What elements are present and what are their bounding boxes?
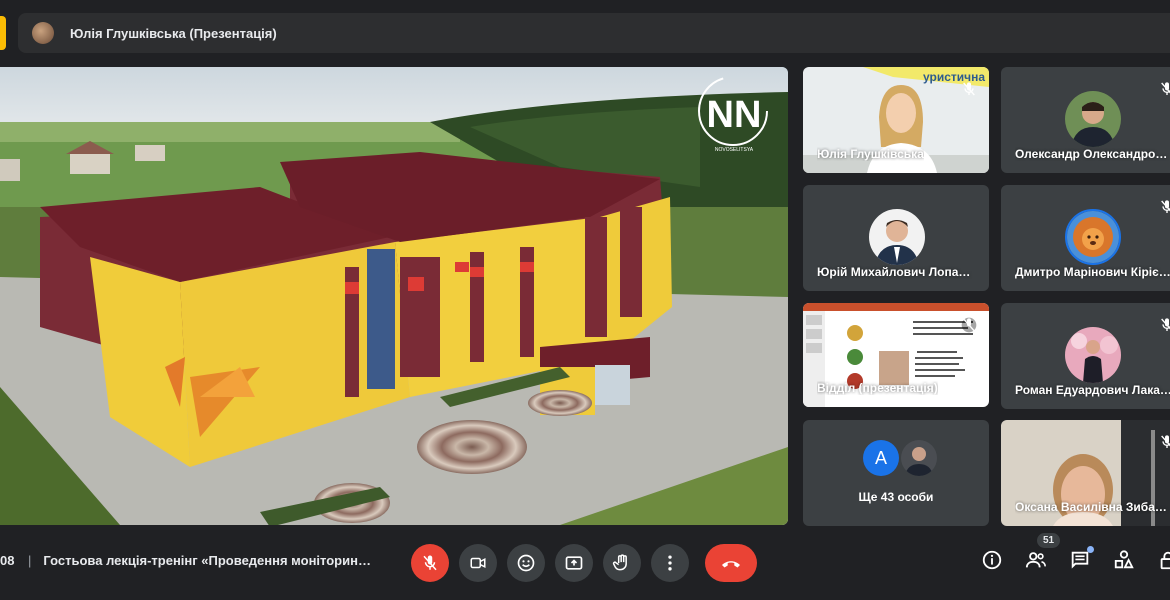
chat-button[interactable]	[1068, 546, 1094, 572]
side-panel-buttons	[980, 546, 1170, 572]
info-icon	[982, 550, 1002, 570]
mic-off-icon	[1161, 82, 1170, 95]
aerial-school-photo: NN NOVOSELITSYA	[0, 67, 788, 525]
avatar-letter: A	[863, 440, 899, 476]
avatar	[1065, 91, 1121, 147]
people-button[interactable]	[1024, 548, 1048, 572]
participant-tile[interactable]: Відділ (презентація)	[803, 303, 989, 407]
avatar	[869, 209, 925, 265]
presenter-bar: Юлія Глушківська (Презентація)	[18, 13, 1170, 53]
present-icon	[565, 556, 583, 570]
presentation-indicator[interactable]	[0, 16, 6, 50]
presenter-avatar	[32, 22, 54, 44]
meeting-time: 08	[0, 553, 15, 568]
meeting-title: Гостьова лекція-тренінг «Проведення моні…	[43, 553, 374, 568]
camera-toggle-button[interactable]	[459, 544, 497, 582]
mic-off-icon	[1161, 200, 1170, 213]
mic-off-icon	[423, 555, 437, 571]
people-icon	[1025, 552, 1046, 568]
shared-screen[interactable]: NN NOVOSELITSYA	[0, 67, 788, 525]
more-options-button[interactable]	[651, 544, 689, 582]
mic-off-icon	[963, 82, 975, 96]
call-controls	[411, 544, 757, 582]
participant-tile[interactable]: Олександр Олександрович	[1001, 67, 1170, 173]
watermark-logo: NN	[707, 94, 762, 136]
more-participants-tile[interactable]: A Ще 43 особи	[803, 420, 989, 526]
microphone-toggle-button[interactable]	[411, 544, 449, 582]
presenter-name: Юлія Глушківська (Презентація)	[70, 25, 277, 41]
participant-name: Оксана Василівна Зибарева	[1015, 500, 1170, 514]
present-screen-button[interactable]	[555, 544, 593, 582]
meet-window: Юлія Глушківська (Презентація) NN NOVOSE…	[0, 0, 1170, 600]
leave-call-button[interactable]	[705, 544, 757, 582]
hang-up-icon	[722, 561, 740, 568]
participant-name: Роман Едуардович Лакатош	[1015, 383, 1170, 397]
mic-off-icon	[961, 317, 977, 333]
participant-name: Юрій Михайлович Лопатинський	[817, 265, 975, 279]
participant-tile[interactable]: Юрій Михайлович Лопатинський	[803, 185, 989, 291]
emoji-icon	[517, 554, 535, 572]
camera-icon	[470, 557, 486, 569]
more-vert-icon	[668, 555, 672, 571]
meeting-details-button[interactable]	[980, 548, 1004, 572]
participant-tile[interactable]: уристична Юлія Глушківська	[803, 67, 989, 173]
activities-button[interactable]	[1112, 548, 1136, 572]
more-participants-label: Ще 43 особи	[858, 490, 934, 504]
activities-icon	[1114, 550, 1134, 569]
participant-name: Олександр Олександрович	[1015, 147, 1170, 161]
raise-hand-button[interactable]	[603, 544, 641, 582]
participant-tile[interactable]: Оксана Василівна Зибарева	[1001, 420, 1170, 526]
avatar	[1065, 209, 1121, 265]
meeting-info: 08 | Гостьова лекція-тренінг «Проведення…	[0, 553, 373, 568]
bottom-toolbar: 08 | Гостьова лекція-тренінг «Проведення…	[0, 532, 1170, 600]
hand-icon	[612, 554, 627, 571]
participant-tile[interactable]: Роман Едуардович Лакатош	[1001, 303, 1170, 409]
participant-name: Юлія Глушківська	[817, 147, 924, 161]
mic-off-icon	[1161, 435, 1170, 448]
participant-tile[interactable]: Дмитро Марінович Кірієнко	[1001, 185, 1170, 291]
avatar	[1065, 327, 1121, 383]
participant-name: Відділ (презентація)	[817, 381, 938, 395]
participant-name: Дмитро Марінович Кірієнко	[1015, 265, 1170, 279]
reactions-button[interactable]	[507, 544, 545, 582]
host-controls-button[interactable]	[1156, 548, 1170, 572]
separator: |	[28, 553, 32, 568]
avatar	[901, 440, 937, 476]
lock-icon	[1160, 551, 1170, 570]
more-avatars: A	[863, 440, 937, 476]
mic-off-icon	[1161, 318, 1170, 331]
watermark-sub: NOVOSELITSYA	[715, 147, 754, 153]
unread-dot	[1087, 546, 1094, 553]
people-count-badge: 51	[1037, 533, 1061, 548]
